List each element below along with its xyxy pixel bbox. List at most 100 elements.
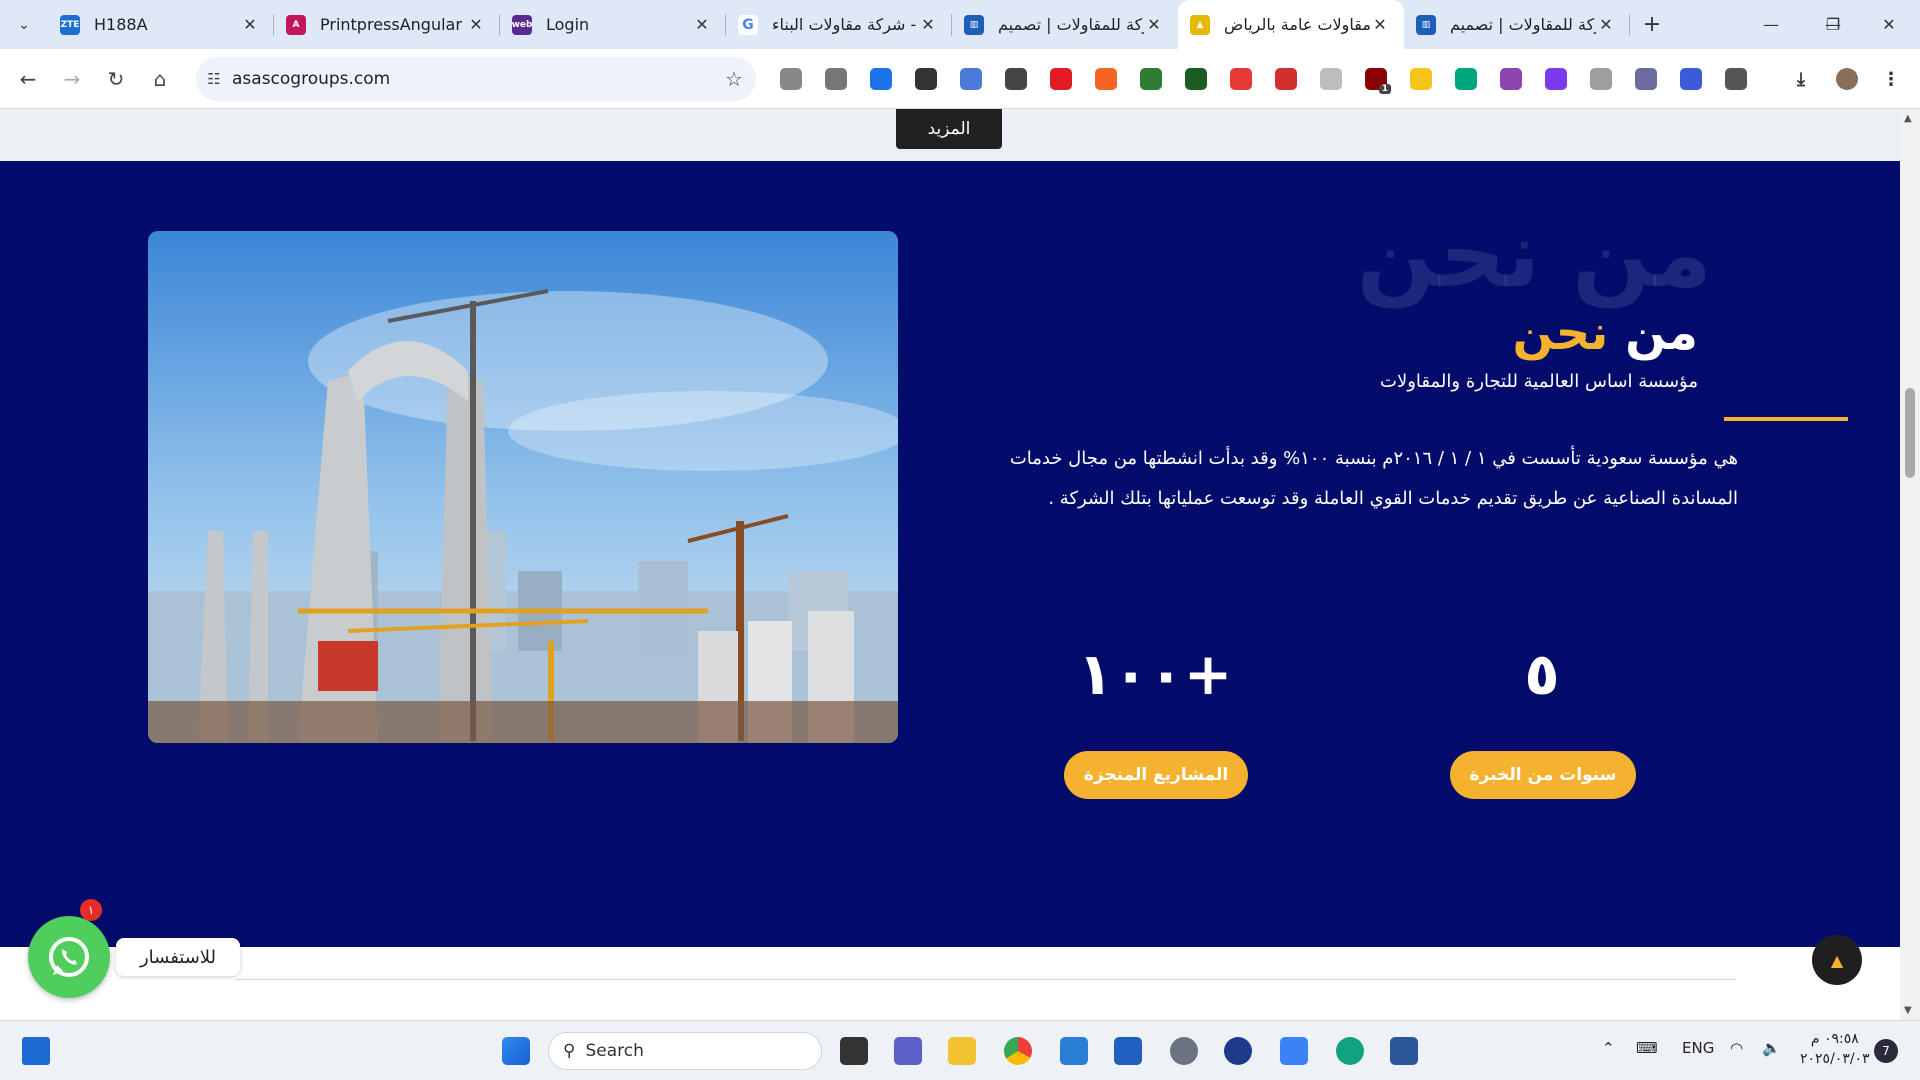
ext-icon[interactable] (1590, 68, 1612, 90)
teams-icon[interactable] (894, 1037, 922, 1065)
ublock-icon[interactable]: 1 (1365, 68, 1391, 94)
close-tab-icon[interactable]: ✕ (1596, 15, 1616, 34)
address-bar[interactable]: ☷ asascogroups.com ☆ (196, 57, 756, 101)
title-word-1: من (1625, 305, 1698, 361)
puzzle-icon[interactable] (1725, 68, 1747, 90)
stat-label-projects[interactable]: المشاريع المنجزة (1064, 751, 1248, 799)
ext-icon[interactable] (1320, 68, 1342, 90)
media-app-icon[interactable] (1224, 1037, 1252, 1065)
tab-title: شركة للمقاولات | تصميم (998, 15, 1144, 34)
clock[interactable]: ٠٩:٥٨ م ٢٠٢٥/٠٣/٠٣ (1800, 1029, 1870, 1069)
settings-icon[interactable] (1170, 1037, 1198, 1065)
close-tab-icon[interactable]: ✕ (692, 15, 712, 34)
browser-tab[interactable]: ▲ شركة مقاولات عامة بالرياض✕ (1178, 0, 1404, 49)
reload-button[interactable]: ↻ (94, 57, 138, 101)
stat-label-years[interactable]: سنوات من الخبرة (1450, 751, 1636, 799)
ext-icon[interactable] (1185, 68, 1207, 90)
vscode-icon[interactable] (1060, 1037, 1088, 1065)
browser-tab[interactable]: ▥ شركة للمقاولات | تصميم✕ (952, 0, 1178, 49)
word-icon[interactable] (1390, 1037, 1418, 1065)
ext-icon[interactable] (780, 68, 802, 90)
keyboard-icon[interactable]: ⌨ (1636, 1039, 1658, 1057)
construction-photo (148, 231, 898, 743)
scrollbar-thumb[interactable] (1905, 388, 1915, 478)
chrome-icon[interactable] (1004, 1037, 1032, 1065)
back-button[interactable]: ← (6, 57, 50, 101)
whatsapp-label[interactable]: للاستفسار (116, 938, 240, 976)
title-accent-line (1724, 417, 1848, 421)
site-favicon: ▥ (964, 14, 984, 35)
minimize-button-alt[interactable]: — (1740, 0, 1802, 49)
browser-tab[interactable]: ▥ شركة للمقاولات | تصميم✕ (1404, 0, 1630, 49)
scroll-down-arrow-icon[interactable]: ▼ (1904, 1005, 1912, 1016)
opera-icon[interactable] (1050, 68, 1072, 90)
language-indicator[interactable]: ENG (1682, 1039, 1714, 1057)
tray-overflow-icon[interactable]: ⌃ (1602, 1039, 1615, 1057)
site-info-icon[interactable]: ☷ (196, 70, 232, 88)
stat-number-projects: +١٠٠ (1077, 640, 1233, 708)
extension-badge: 1 (1378, 84, 1391, 94)
photos-icon[interactable] (1280, 1037, 1308, 1065)
taskbar-search[interactable]: ⚲ Search (548, 1032, 822, 1070)
chatgpt-icon[interactable] (1336, 1037, 1364, 1065)
ext-icon[interactable] (915, 68, 937, 90)
new-tab-button[interactable]: + (1630, 0, 1674, 49)
soundcloud-icon[interactable] (1095, 68, 1117, 90)
scroll-up-arrow-icon[interactable]: ▲ (1904, 113, 1912, 124)
ext-icon[interactable] (1455, 68, 1477, 90)
forward-button[interactable]: → (50, 57, 94, 101)
ext-icon[interactable] (1410, 68, 1432, 90)
close-tab-icon[interactable]: ✕ (466, 15, 486, 34)
close-tab-icon[interactable]: ✕ (1370, 15, 1390, 34)
ext-icon[interactable] (1500, 68, 1522, 90)
powershell-icon[interactable] (1114, 1037, 1142, 1065)
about-paragraph: هي مؤسسة سعودية تأسست في ١ / ١ / ٢٠١٦م ب… (1009, 448, 1738, 509)
notification-badge[interactable]: 7 (1874, 1039, 1898, 1063)
wifi-icon[interactable]: ◠ (1730, 1039, 1743, 1057)
ext-icon[interactable] (1635, 68, 1657, 90)
close-tab-icon[interactable]: ✕ (240, 15, 260, 34)
clock-date: ٢٠٢٥/٠٣/٠٣ (1800, 1051, 1870, 1067)
browser-tab[interactable]: G شركة مقاولات البناء - ✕ (726, 0, 952, 49)
bookmark-star-icon[interactable]: ☆ (712, 67, 756, 91)
download-icon[interactable] (1140, 68, 1162, 90)
tab-title: Login (546, 15, 590, 34)
url-text[interactable]: asascogroups.com (232, 69, 712, 89)
browser-tab[interactable]: A PrintpressAngular ✕ (274, 0, 500, 49)
restore-button[interactable]: ❐ (1802, 0, 1864, 49)
watermark-heading: من نحن (1356, 201, 1712, 308)
qr-icon[interactable] (1005, 68, 1027, 90)
more-button[interactable]: المزيد (896, 109, 1002, 149)
start-icon[interactable] (502, 1037, 530, 1065)
close-window-button[interactable]: ✕ (1858, 0, 1920, 49)
browser-menu-icon[interactable]: ⋮ (1880, 68, 1902, 90)
ext-icon[interactable] (825, 68, 847, 90)
home-icon[interactable]: ⌂ (138, 57, 182, 101)
browser-tab[interactable]: web Login ✕ (500, 0, 726, 49)
whatsapp-icon (49, 937, 89, 977)
downloads-icon[interactable]: ⤓ (1790, 68, 1812, 90)
widgets-icon[interactable] (22, 1037, 50, 1065)
search-label: Search (585, 1041, 644, 1061)
section-title: من نحن (1513, 305, 1698, 361)
browser-tab[interactable]: ZTE H188A ✕ (48, 0, 274, 49)
page-scrollbar[interactable]: ▲ ▼ (1900, 109, 1920, 1020)
close-tab-icon[interactable]: ✕ (918, 15, 938, 34)
profile-avatar[interactable] (1836, 68, 1858, 90)
volume-icon[interactable]: 🔈 (1762, 1039, 1781, 1057)
ext-icon[interactable] (1680, 68, 1702, 90)
adblock-icon[interactable] (1275, 68, 1297, 90)
tab-search-button[interactable]: ⌄ (0, 0, 48, 49)
web-page: المزيد من نحن من نحن مؤسسة اساس العالمية… (0, 109, 1900, 1020)
ext-icon[interactable] (1545, 68, 1567, 90)
task-view-icon[interactable] (840, 1037, 868, 1065)
shazam-icon[interactable] (870, 68, 892, 90)
windows-taskbar: ⚲ Search ⌃ ⌨ ENG ◠ 🔈 ٠٩:٥٨ م ٢٠٢٥/٠٣/٠٣ … (0, 1020, 1920, 1080)
close-tab-icon[interactable]: ✕ (1144, 15, 1164, 34)
ext-icon[interactable] (960, 68, 982, 90)
scroll-to-top-button[interactable]: ▲ (1812, 935, 1862, 985)
whatsapp-button[interactable] (28, 916, 110, 998)
ext-icon[interactable] (1230, 68, 1252, 90)
angular-favicon: A (286, 14, 306, 35)
file-explorer-icon[interactable] (948, 1037, 976, 1065)
